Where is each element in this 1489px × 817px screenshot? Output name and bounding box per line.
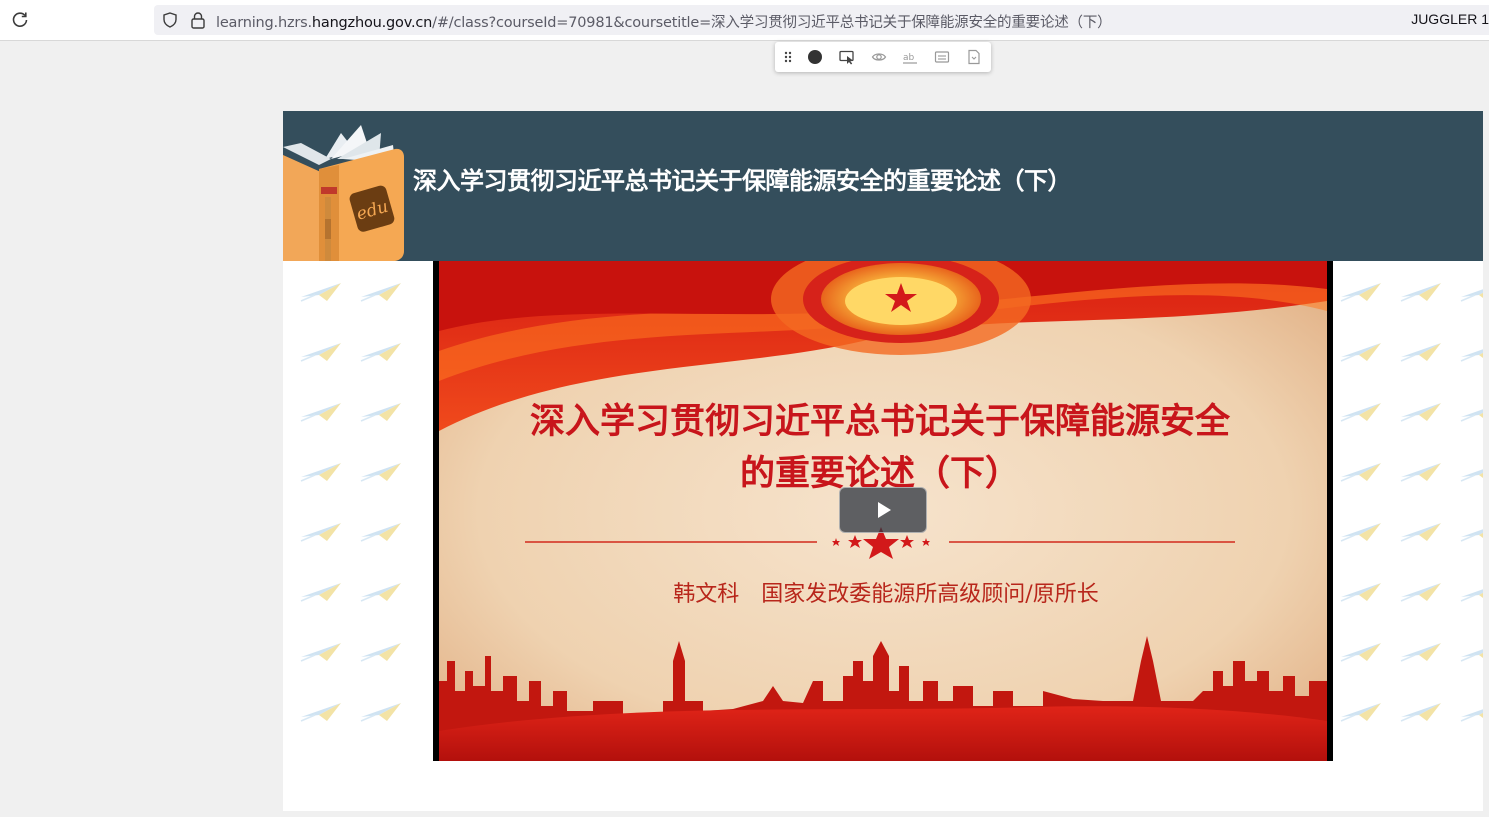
paper-plane-decoration — [300, 643, 341, 662]
profile-label[interactable]: JUGGLER 1 — [1411, 11, 1489, 27]
floating-toolbar: ab — [775, 42, 991, 72]
url-prefix: learning.hzrs. — [216, 15, 312, 31]
course-panel: edu 深入学习贯彻习近平总书记关于保障能源安全的重要论述（下） 深入学习贯彻习… — [283, 111, 1483, 811]
paper-plane-decoration — [1340, 523, 1381, 542]
paper-plane-decoration — [1460, 469, 1483, 482]
paper-plane-decoration — [1460, 709, 1483, 722]
paper-plane-decoration — [1400, 703, 1441, 722]
paper-plane-decoration — [360, 403, 401, 422]
url-host: hangzhou.gov.cn — [311, 15, 433, 31]
shield-icon[interactable] — [162, 12, 178, 28]
paper-plane-decoration — [360, 283, 401, 302]
book-icon: edu — [283, 125, 404, 261]
paper-plane-decoration — [300, 583, 341, 602]
paper-plane-decoration — [1400, 283, 1441, 302]
paper-plane-decoration — [1400, 643, 1441, 662]
slide-title-line1: 深入学习贯彻习近平总书记关于保障能源安全 — [530, 401, 1231, 442]
paper-plane-decoration — [1460, 349, 1483, 362]
paper-plane-decoration — [300, 703, 341, 722]
course-header: edu 深入学习贯彻习近平总书记关于保障能源安全的重要论述（下） — [283, 111, 1483, 261]
url-text: learning.hzrs.hangzhou.gov.cn/#/class?co… — [216, 11, 1112, 32]
paper-plane-decoration — [1340, 643, 1381, 662]
paper-plane-decoration — [1400, 343, 1441, 362]
paper-plane-decoration — [300, 283, 341, 302]
text-abc-icon[interactable]: ab — [902, 49, 918, 65]
paper-plane-decoration — [1400, 403, 1441, 422]
paper-plane-decoration — [300, 523, 341, 542]
paper-plane-decoration — [1460, 529, 1483, 542]
document-icon[interactable] — [966, 49, 982, 65]
paper-plane-decoration — [360, 643, 401, 662]
paper-plane-decoration — [360, 343, 401, 362]
paper-plane-decoration — [1460, 589, 1483, 602]
address-bar[interactable]: learning.hzrs.hangzhou.gov.cn/#/class?co… — [154, 5, 1489, 35]
lock-icon[interactable] — [190, 11, 206, 29]
course-title: 深入学习贯彻习近平总书记关于保障能源安全的重要论述（下） — [413, 168, 1072, 195]
paper-plane-decoration — [1340, 403, 1381, 422]
drag-handle-icon[interactable] — [780, 49, 796, 65]
eye-icon[interactable] — [871, 49, 887, 65]
browser-toolbar: learning.hzrs.hangzhou.gov.cn/#/class?co… — [0, 0, 1489, 41]
paper-plane-decoration — [1460, 409, 1483, 422]
paper-plane-decoration — [1460, 289, 1483, 302]
paper-plane-decoration — [300, 343, 341, 362]
paper-plane-decoration — [300, 403, 341, 422]
paper-plane-decoration — [1340, 703, 1381, 722]
paper-plane-decoration — [1340, 583, 1381, 602]
paper-plane-decoration — [1460, 649, 1483, 662]
paper-plane-decoration — [1400, 583, 1441, 602]
record-icon[interactable] — [807, 49, 823, 65]
paper-plane-decoration — [360, 703, 401, 722]
paper-plane-decoration — [1340, 343, 1381, 362]
select-icon[interactable] — [839, 49, 855, 65]
subtitle-icon[interactable] — [934, 49, 950, 65]
paper-plane-decoration — [300, 463, 341, 482]
paper-plane-decoration — [360, 523, 401, 542]
play-button[interactable] — [839, 487, 927, 533]
paper-plane-decoration — [1400, 523, 1441, 542]
paper-plane-decoration — [1340, 283, 1381, 302]
paper-plane-decoration — [1400, 463, 1441, 482]
speaker-text: 韩文科 国家发改委能源所高级顾问/原所长 — [673, 582, 1098, 607]
svg-text:ab: ab — [903, 53, 915, 63]
play-icon — [878, 502, 891, 518]
paper-plane-decoration — [1340, 463, 1381, 482]
paper-plane-decoration — [360, 583, 401, 602]
reload-icon[interactable] — [10, 10, 30, 30]
video-player[interactable]: 深入学习贯彻习近平总书记关于保障能源安全 的重要论述（下） 韩文科 国家发改委能… — [433, 243, 1333, 761]
paper-plane-decoration — [360, 463, 401, 482]
url-path: /#/class?courseId=70981&coursetitle=深入学习… — [432, 15, 1112, 31]
